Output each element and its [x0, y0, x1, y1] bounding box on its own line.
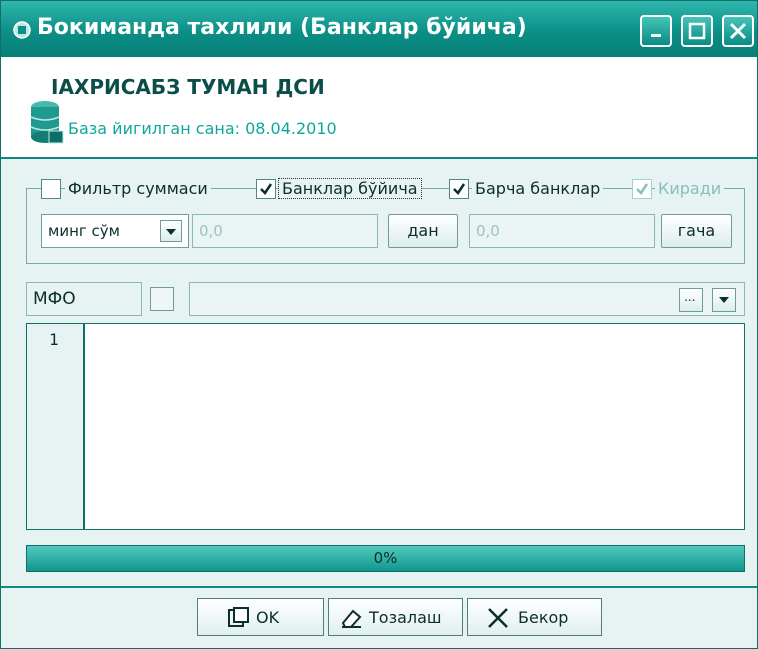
database-date-label: База йигилган сана: 08.04.2010 [68, 119, 337, 138]
title-bar[interactable]: Бокиманда тахлили (Банклар бўйича) [1, 1, 757, 57]
app-icon [13, 21, 31, 39]
cancel-x-icon [488, 608, 508, 628]
cancel-label: Бекор [518, 608, 569, 627]
checkmark-icon [636, 183, 649, 195]
ok-label: OK [256, 608, 280, 627]
clipboard-icon [228, 607, 249, 627]
close-button[interactable] [722, 15, 754, 47]
line-number-gutter: 1 [27, 324, 85, 529]
mfo-editor[interactable]: 1 [26, 323, 745, 530]
header-separator [1, 157, 757, 159]
header-panel: ІАХРИСАБЗ ТУМАН ДСИ База йигилган сана: … [1, 57, 757, 157]
maximize-button[interactable] [681, 15, 713, 47]
amount-from-input[interactable]: 0,0 [192, 214, 378, 248]
unit-dropdown-button[interactable] [160, 220, 182, 242]
ok-button[interactable]: OK [197, 598, 324, 636]
by-banks-label: Банклар бўйича [278, 178, 422, 199]
chevron-down-icon [166, 229, 176, 235]
window-title: Бокиманда тахлили (Банклар бўйича) [37, 15, 527, 40]
chevron-down-icon [719, 297, 729, 303]
line-number: 1 [49, 330, 59, 349]
clear-label: Тозалаш [369, 608, 442, 627]
checkmark-icon [260, 183, 273, 195]
eraser-icon [341, 609, 362, 628]
minimize-icon [651, 34, 661, 37]
filter-sum-label: Фильтр суммаси [65, 179, 211, 198]
mfo-option-button[interactable] [150, 287, 174, 311]
by-banks-checkbox[interactable] [256, 179, 276, 199]
income-label: Киради [655, 179, 725, 198]
maximize-icon [688, 22, 706, 40]
mfo-label-box: МФО [26, 282, 142, 316]
database-icon [30, 101, 64, 144]
progress-text: 0% [373, 549, 398, 567]
amount-to-input[interactable]: 0,0 [469, 214, 655, 248]
mfo-browse-button[interactable]: ... [679, 288, 703, 312]
progress-bar: 0% [26, 545, 745, 572]
organization-title: ІАХРИСАБЗ ТУМАН ДСИ [51, 75, 325, 99]
to-button[interactable]: гача [661, 214, 732, 248]
minimize-button[interactable] [640, 15, 672, 47]
footer-separator [1, 586, 757, 588]
close-icon [729, 22, 747, 40]
cancel-button[interactable]: Бекор [467, 598, 602, 636]
income-checkbox[interactable] [632, 179, 652, 199]
clear-button[interactable]: Тозалаш [328, 598, 463, 636]
unit-select-value: минг сўм [48, 222, 120, 240]
mfo-dropdown-button[interactable] [712, 288, 736, 312]
mfo-label: МФО [33, 289, 76, 309]
dialog-window: Бокиманда тахлили (Банклар бўйича) ІАХРИ… [0, 0, 758, 649]
mfo-input[interactable] [189, 282, 745, 316]
amount-from-placeholder: 0,0 [199, 222, 223, 240]
ellipsis-text: ... [684, 290, 696, 304]
from-button[interactable]: дан [388, 214, 458, 248]
checkmark-icon [453, 183, 466, 195]
unit-select[interactable]: минг сўм [41, 214, 189, 248]
filter-sum-checkbox[interactable] [41, 179, 61, 199]
all-banks-checkbox[interactable] [449, 179, 469, 199]
all-banks-label: Барча банклар [472, 179, 604, 198]
amount-to-placeholder: 0,0 [476, 222, 500, 240]
